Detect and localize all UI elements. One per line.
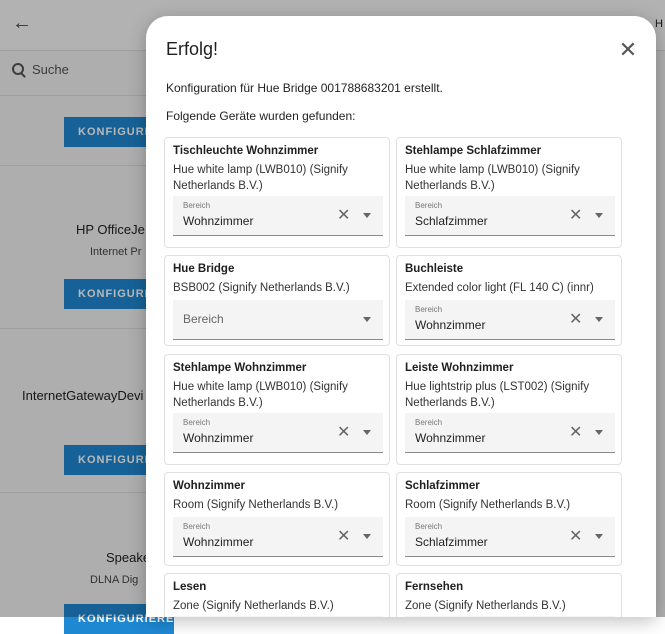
area-value: Wohnzimmer xyxy=(183,431,254,445)
area-value: Schlafzimmer xyxy=(415,214,488,228)
dropdown-arrow-icon[interactable] xyxy=(363,213,371,218)
dropdown-arrow-icon[interactable] xyxy=(363,317,371,322)
clear-icon[interactable]: ✕ xyxy=(337,205,350,225)
device-model: Hue lightstrip plus (LST002) (Signify Ne… xyxy=(405,381,590,409)
area-value: Wohnzimmer xyxy=(415,318,486,332)
dropdown-arrow-icon[interactable] xyxy=(595,317,603,322)
clear-icon[interactable]: ✕ xyxy=(569,526,582,546)
device-name: Stehlampe Schlafzimmer xyxy=(405,145,542,157)
area-value: Wohnzimmer xyxy=(183,535,254,549)
clear-icon[interactable]: ✕ xyxy=(337,422,350,442)
device-card: Lesen Zone (Signify Netherlands B.V.) xyxy=(164,573,390,617)
device-model: Extended color light (FL 140 C) (innr) xyxy=(405,282,594,294)
clear-icon[interactable]: ✕ xyxy=(569,422,582,442)
device-card: Schlafzimmer Room (Signify Netherlands B… xyxy=(396,472,622,566)
area-select[interactable]: Bereich xyxy=(173,300,383,340)
device-model: Room (Signify Netherlands B.V.) xyxy=(405,499,571,511)
device-model: Room (Signify Netherlands B.V.) xyxy=(173,499,339,511)
device-card: Wohnzimmer Room (Signify Netherlands B.V… xyxy=(164,472,390,566)
dialog-title: Erfolg! xyxy=(166,39,219,59)
dialog-message: Konfiguration für Hue Bridge 00178868320… xyxy=(166,81,443,95)
area-select[interactable]: Bereich Wohnzimmer ✕ xyxy=(173,413,383,453)
device-name: Leiste Wohnzimmer xyxy=(405,362,514,374)
dropdown-arrow-icon[interactable] xyxy=(363,534,371,539)
area-value: Schlafzimmer xyxy=(415,535,488,549)
clear-icon[interactable]: ✕ xyxy=(569,309,582,329)
area-label: Bereich xyxy=(415,201,443,210)
area-value: Wohnzimmer xyxy=(415,431,486,445)
dropdown-arrow-icon[interactable] xyxy=(363,430,371,435)
area-select[interactable]: Bereich Schlafzimmer ✕ xyxy=(405,196,615,236)
device-card: Tischleuchte Wohnzimmer Hue white lamp (… xyxy=(164,137,390,248)
device-model: Hue white lamp (LWB010) (Signify Netherl… xyxy=(173,381,348,409)
device-name: Lesen xyxy=(173,581,207,593)
area-label: Bereich xyxy=(415,418,443,427)
dropdown-arrow-icon[interactable] xyxy=(595,534,603,539)
device-name: Buchleiste xyxy=(405,263,464,275)
area-select[interactable]: Bereich Wohnzimmer ✕ xyxy=(405,300,615,340)
device-name: Hue Bridge xyxy=(173,263,235,275)
area-placeholder: Bereich xyxy=(183,312,224,326)
device-card: Stehlampe Schlafzimmer Hue white lamp (L… xyxy=(396,137,622,248)
area-select[interactable]: Bereich Wohnzimmer ✕ xyxy=(173,196,383,236)
device-model: Hue white lamp (LWB010) (Signify Netherl… xyxy=(405,164,580,192)
area-select[interactable]: Bereich Wohnzimmer ✕ xyxy=(405,413,615,453)
device-name: Wohnzimmer xyxy=(173,480,245,492)
device-name: Stehlampe Wohnzimmer xyxy=(173,362,307,374)
devices-heading: Folgende Geräte wurden gefunden: xyxy=(166,109,356,123)
device-model: BSB002 (Signify Netherlands B.V.) xyxy=(173,282,350,294)
area-label: Bereich xyxy=(183,522,211,531)
device-card: Hue Bridge BSB002 (Signify Netherlands B… xyxy=(164,255,390,346)
device-model: Hue white lamp (LWB010) (Signify Netherl… xyxy=(173,164,348,192)
area-label: Bereich xyxy=(415,522,443,531)
device-name: Schlafzimmer xyxy=(405,480,480,492)
device-model: Zone (Signify Netherlands B.V.) xyxy=(173,600,334,612)
area-select[interactable]: Bereich Wohnzimmer ✕ xyxy=(173,517,383,557)
area-select[interactable]: Bereich Schlafzimmer ✕ xyxy=(405,517,615,557)
device-name: Fernsehen xyxy=(405,581,464,593)
device-name: Tischleuchte Wohnzimmer xyxy=(173,145,319,157)
device-model: Zone (Signify Netherlands B.V.) xyxy=(405,600,566,612)
dropdown-arrow-icon[interactable] xyxy=(595,213,603,218)
device-card: Stehlampe Wohnzimmer Hue white lamp (LWB… xyxy=(164,354,390,465)
clear-icon[interactable]: ✕ xyxy=(337,526,350,546)
area-label: Bereich xyxy=(183,201,211,210)
clear-icon[interactable]: ✕ xyxy=(569,205,582,225)
device-card: Fernsehen Zone (Signify Netherlands B.V.… xyxy=(396,573,622,617)
area-label: Bereich xyxy=(183,418,211,427)
area-value: Wohnzimmer xyxy=(183,214,254,228)
success-dialog: Erfolg! ✕ Konfiguration für Hue Bridge 0… xyxy=(146,16,656,617)
area-label: Bereich xyxy=(415,305,443,314)
device-card: Buchleiste Extended color light (FL 140 … xyxy=(396,255,622,346)
dropdown-arrow-icon[interactable] xyxy=(595,430,603,435)
close-icon[interactable]: ✕ xyxy=(616,38,640,62)
device-card: Leiste Wohnzimmer Hue lightstrip plus (L… xyxy=(396,354,622,465)
